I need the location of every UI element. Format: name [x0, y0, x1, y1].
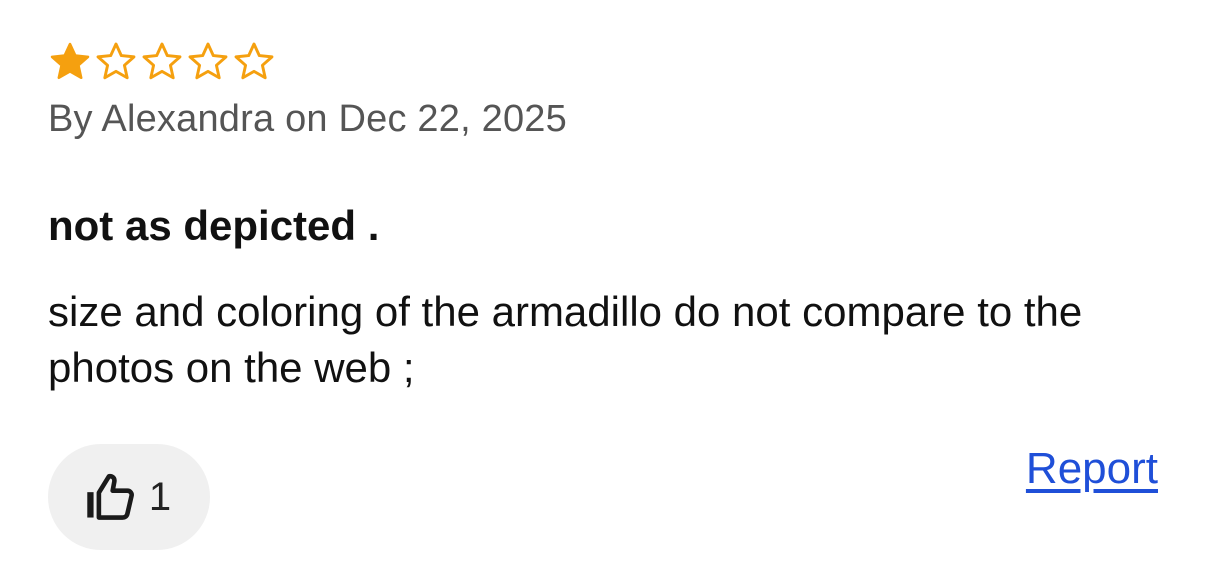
- star-outline-icon: [186, 40, 230, 84]
- review-body: size and coloring of the armadillo do no…: [48, 288, 1083, 391]
- review-card: By Alexandra on Dec 22, 2025 not as depi…: [48, 40, 1158, 560]
- helpful-count: 1: [148, 474, 172, 519]
- star-filled-icon: [48, 40, 92, 84]
- star-outline-icon: [232, 40, 276, 84]
- report-link[interactable]: Report: [1026, 444, 1158, 494]
- star-rating: [48, 40, 1158, 84]
- review-byline: By Alexandra on Dec 22, 2025: [48, 98, 567, 140]
- review-title: not as depicted .: [48, 202, 380, 249]
- thumbs-up-icon: [81, 468, 139, 526]
- star-outline-icon: [140, 40, 184, 84]
- helpful-button[interactable]: 1: [48, 444, 210, 550]
- star-outline-icon: [94, 40, 138, 84]
